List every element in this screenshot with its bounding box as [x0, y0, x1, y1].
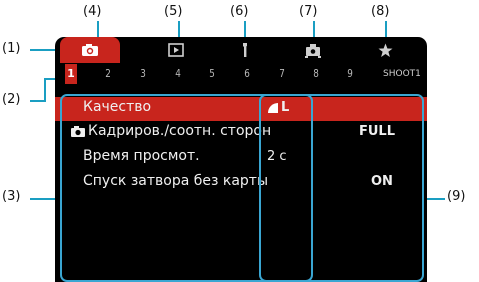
page-2[interactable]: 2 [102, 67, 113, 80]
callout-3: (3) [2, 189, 21, 204]
leader-line-2a [30, 100, 44, 102]
leader-line-3 [30, 198, 58, 200]
page-6[interactable]: 6 [241, 67, 252, 80]
leader-line-1 [30, 49, 58, 51]
callout-9: (9) [447, 189, 466, 204]
leader-line-9 [424, 198, 445, 200]
callout-4: (4) [83, 4, 102, 19]
page-9[interactable]: 9 [344, 67, 355, 80]
leader-line-2b [44, 78, 46, 102]
playback-icon [168, 43, 184, 57]
tab-setup[interactable] [217, 37, 273, 63]
callout-5: (5) [164, 4, 183, 19]
camera-menu-screen: 1 2 3 4 5 6 7 8 9 SHOOT1 Качество L Кадр… [55, 37, 427, 282]
custom-function-icon [305, 43, 321, 58]
menu-tab-bar [55, 37, 427, 63]
callout-1: (1) [2, 41, 21, 56]
tab-shooting[interactable] [60, 37, 120, 63]
tab-my-menu[interactable] [357, 37, 413, 63]
page-4[interactable]: 4 [172, 67, 183, 80]
tab-custom-functions[interactable] [285, 37, 341, 63]
callout-8: (8) [371, 4, 390, 19]
callout-2: (2) [2, 92, 21, 107]
star-icon [378, 43, 392, 57]
page-7[interactable]: 7 [276, 67, 287, 80]
page-8[interactable]: 8 [310, 67, 321, 80]
menu-page-strip: 1 2 3 4 5 6 7 8 9 SHOOT1 [55, 64, 427, 84]
tab-playback[interactable] [148, 37, 204, 63]
page-3[interactable]: 3 [137, 67, 148, 80]
settings-highlight [259, 94, 424, 282]
callout-6: (6) [230, 4, 249, 19]
page-5[interactable]: 5 [206, 67, 217, 80]
camera-icon [82, 44, 98, 56]
wrench-icon [243, 43, 247, 57]
page-1[interactable]: 1 [65, 64, 77, 84]
menu-tab-code: SHOOT1 [383, 69, 421, 79]
callout-7: (7) [299, 4, 318, 19]
